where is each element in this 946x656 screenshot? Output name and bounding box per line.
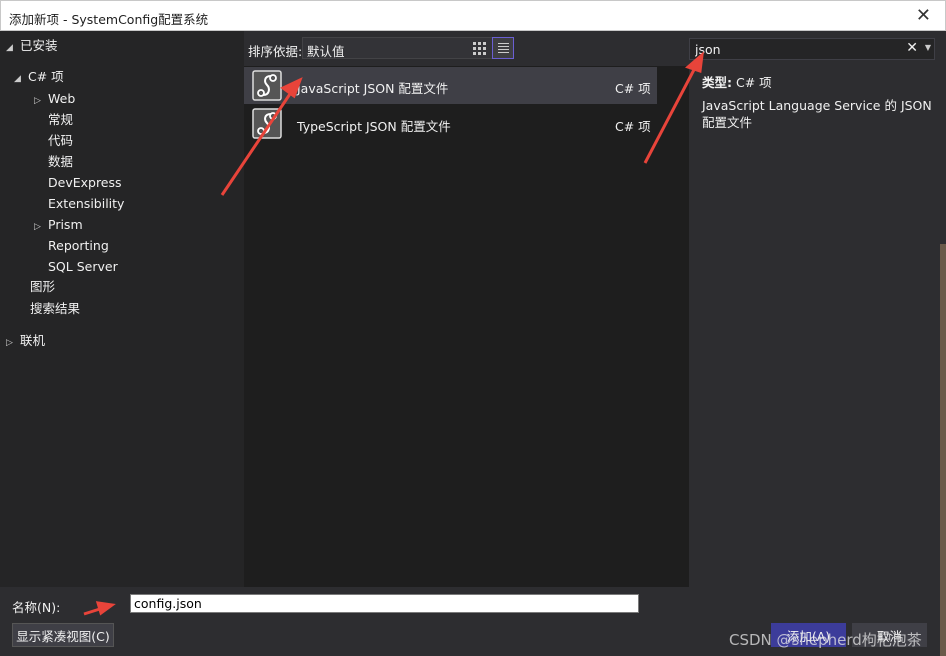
tree-item-data[interactable]: 数据 <box>48 152 73 172</box>
title-bar: 添加新项 - SystemConfig配置系统 ✕ <box>0 0 946 31</box>
expanded-arrow-icon: ◢ <box>6 43 13 53</box>
tree-item-web[interactable]: ▷ Web <box>34 89 75 109</box>
tree-item-reporting[interactable]: Reporting <box>48 236 109 256</box>
collapsed-arrow-icon: ▷ <box>6 338 13 348</box>
json-file-icon <box>252 70 282 101</box>
tree-item-extensibility[interactable]: Extensibility <box>48 194 124 214</box>
type-line: 类型: C# 项 <box>702 72 772 91</box>
tree-item-online[interactable]: ▷ 联机 <box>6 331 45 351</box>
template-name: JavaScript JSON 配置文件 <box>297 81 449 96</box>
template-row-typescript-json[interactable]: TypeScript JSON 配置文件 C# 项 <box>244 105 657 142</box>
name-label: 名称(N): <box>12 600 61 615</box>
compact-view-button[interactable]: 显示紧凑视图(C) <box>12 623 114 647</box>
template-language: C# 项 <box>615 81 651 96</box>
sort-label: 排序依据: <box>248 44 303 59</box>
tree-item-installed[interactable]: ◢ 已安装 <box>6 36 58 56</box>
json-file-icon <box>252 108 282 139</box>
template-row-javascript-json[interactable]: JavaScript JSON 配置文件 C# 项 <box>244 67 657 104</box>
tree-item-graphics[interactable]: 图形 <box>30 277 55 297</box>
tree-item-devexpress[interactable]: DevExpress <box>48 173 122 193</box>
grid-view-button[interactable] <box>468 37 490 59</box>
window-title: 添加新项 - SystemConfig配置系统 <box>9 12 209 27</box>
background-edge <box>940 244 946 656</box>
category-tree: ◢ 已安装 ◢ C# 项 ▷ Web 常规 代码 数据 DevExpress Exte… <box>0 31 244 587</box>
watermark: CSDN @shepherd枸杞泡茶 <box>729 631 922 649</box>
collapsed-arrow-icon: ▷ <box>34 96 41 106</box>
list-view-button[interactable] <box>492 37 514 59</box>
template-list: JavaScript JSON 配置文件 C# 项 TypeScript JSO… <box>244 66 689 587</box>
search-box: ✕ ▼ <box>689 38 935 60</box>
grid-icon <box>472 41 486 55</box>
type-label: 类型: <box>702 75 732 90</box>
sort-value: 默认值 <box>307 44 345 59</box>
collapsed-arrow-icon: ▷ <box>34 222 41 232</box>
tree-item-search-results[interactable]: 搜索结果 <box>30 299 80 319</box>
expanded-arrow-icon: ◢ <box>14 74 21 84</box>
template-name: TypeScript JSON 配置文件 <box>297 119 451 134</box>
list-icon <box>497 43 509 53</box>
template-language: C# 项 <box>615 119 651 134</box>
type-value: C# 项 <box>735 75 772 90</box>
list-scrollbar[interactable] <box>657 66 689 587</box>
sort-toolbar: 排序依据: 默认值 ▼ <box>244 31 689 66</box>
search-input[interactable] <box>690 39 900 59</box>
template-description: JavaScript Language Service 的 JSON 配置文件 <box>702 98 932 130</box>
name-field[interactable] <box>130 594 639 613</box>
details-panel: 类型: C# 项 JavaScript Language Service 的 J… <box>689 66 946 587</box>
tree-item-prism[interactable]: ▷ Prism <box>34 215 83 235</box>
tree-item-general[interactable]: 常规 <box>48 110 73 130</box>
tree-item-csharp[interactable]: ◢ C# 项 <box>14 67 64 87</box>
bottom-bar: 名称(N): 显示紧凑视图(C) 添加(A) 取消 CSDN @shepherd… <box>0 587 946 656</box>
tree-item-code[interactable]: 代码 <box>48 131 73 151</box>
tree-item-sql-server[interactable]: SQL Server <box>48 257 118 277</box>
clear-search-icon[interactable]: ✕ <box>906 40 918 56</box>
chevron-down-icon[interactable]: ▼ <box>925 43 931 52</box>
close-icon[interactable]: ✕ <box>916 5 931 26</box>
